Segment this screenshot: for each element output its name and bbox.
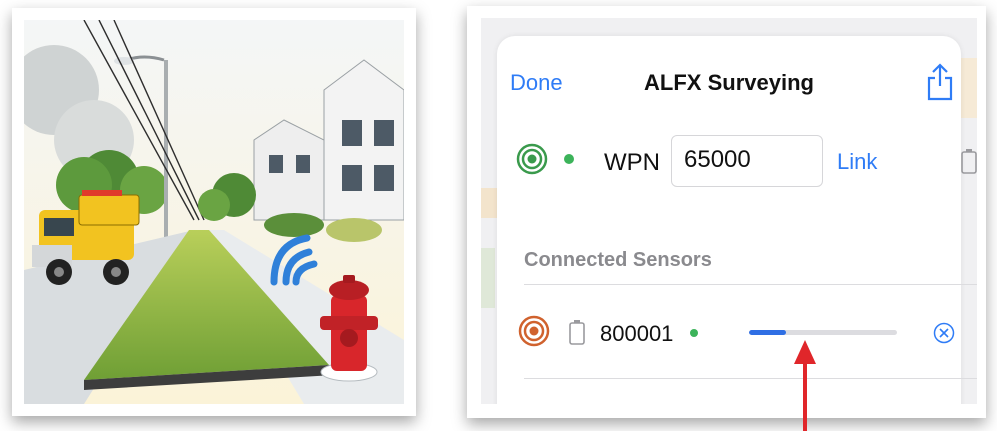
illustration-card — [12, 8, 416, 416]
battery-icon — [961, 148, 977, 179]
battery-icon — [569, 319, 585, 350]
radio-target-icon — [518, 315, 550, 347]
share-icon[interactable] — [924, 62, 956, 102]
page-title: ALFX Surveying — [644, 70, 814, 95]
up-arrow-icon — [794, 340, 816, 431]
street-hydrant-illustration — [24, 20, 404, 404]
sensor-progress-bar[interactable] — [749, 330, 897, 335]
app-screenshot-card: Done ALFX Surveying WPN 65000 Link Conne… — [467, 6, 986, 418]
wpn-input[interactable]: 65000 — [671, 135, 823, 187]
section-header: Connected Sensors — [524, 249, 712, 271]
app-screen: Done ALFX Surveying WPN 65000 Link Conne… — [481, 18, 977, 404]
link-button[interactable]: Link — [837, 149, 877, 175]
status-dot — [564, 154, 574, 164]
status-dot — [690, 329, 698, 337]
divider — [524, 284, 977, 285]
sensor-id: 800001 — [600, 321, 674, 346]
divider — [524, 378, 977, 379]
wpn-label: WPN — [604, 149, 660, 176]
progress-fill — [749, 330, 786, 335]
radio-target-icon — [516, 143, 548, 175]
remove-x-icon[interactable] — [933, 322, 955, 344]
